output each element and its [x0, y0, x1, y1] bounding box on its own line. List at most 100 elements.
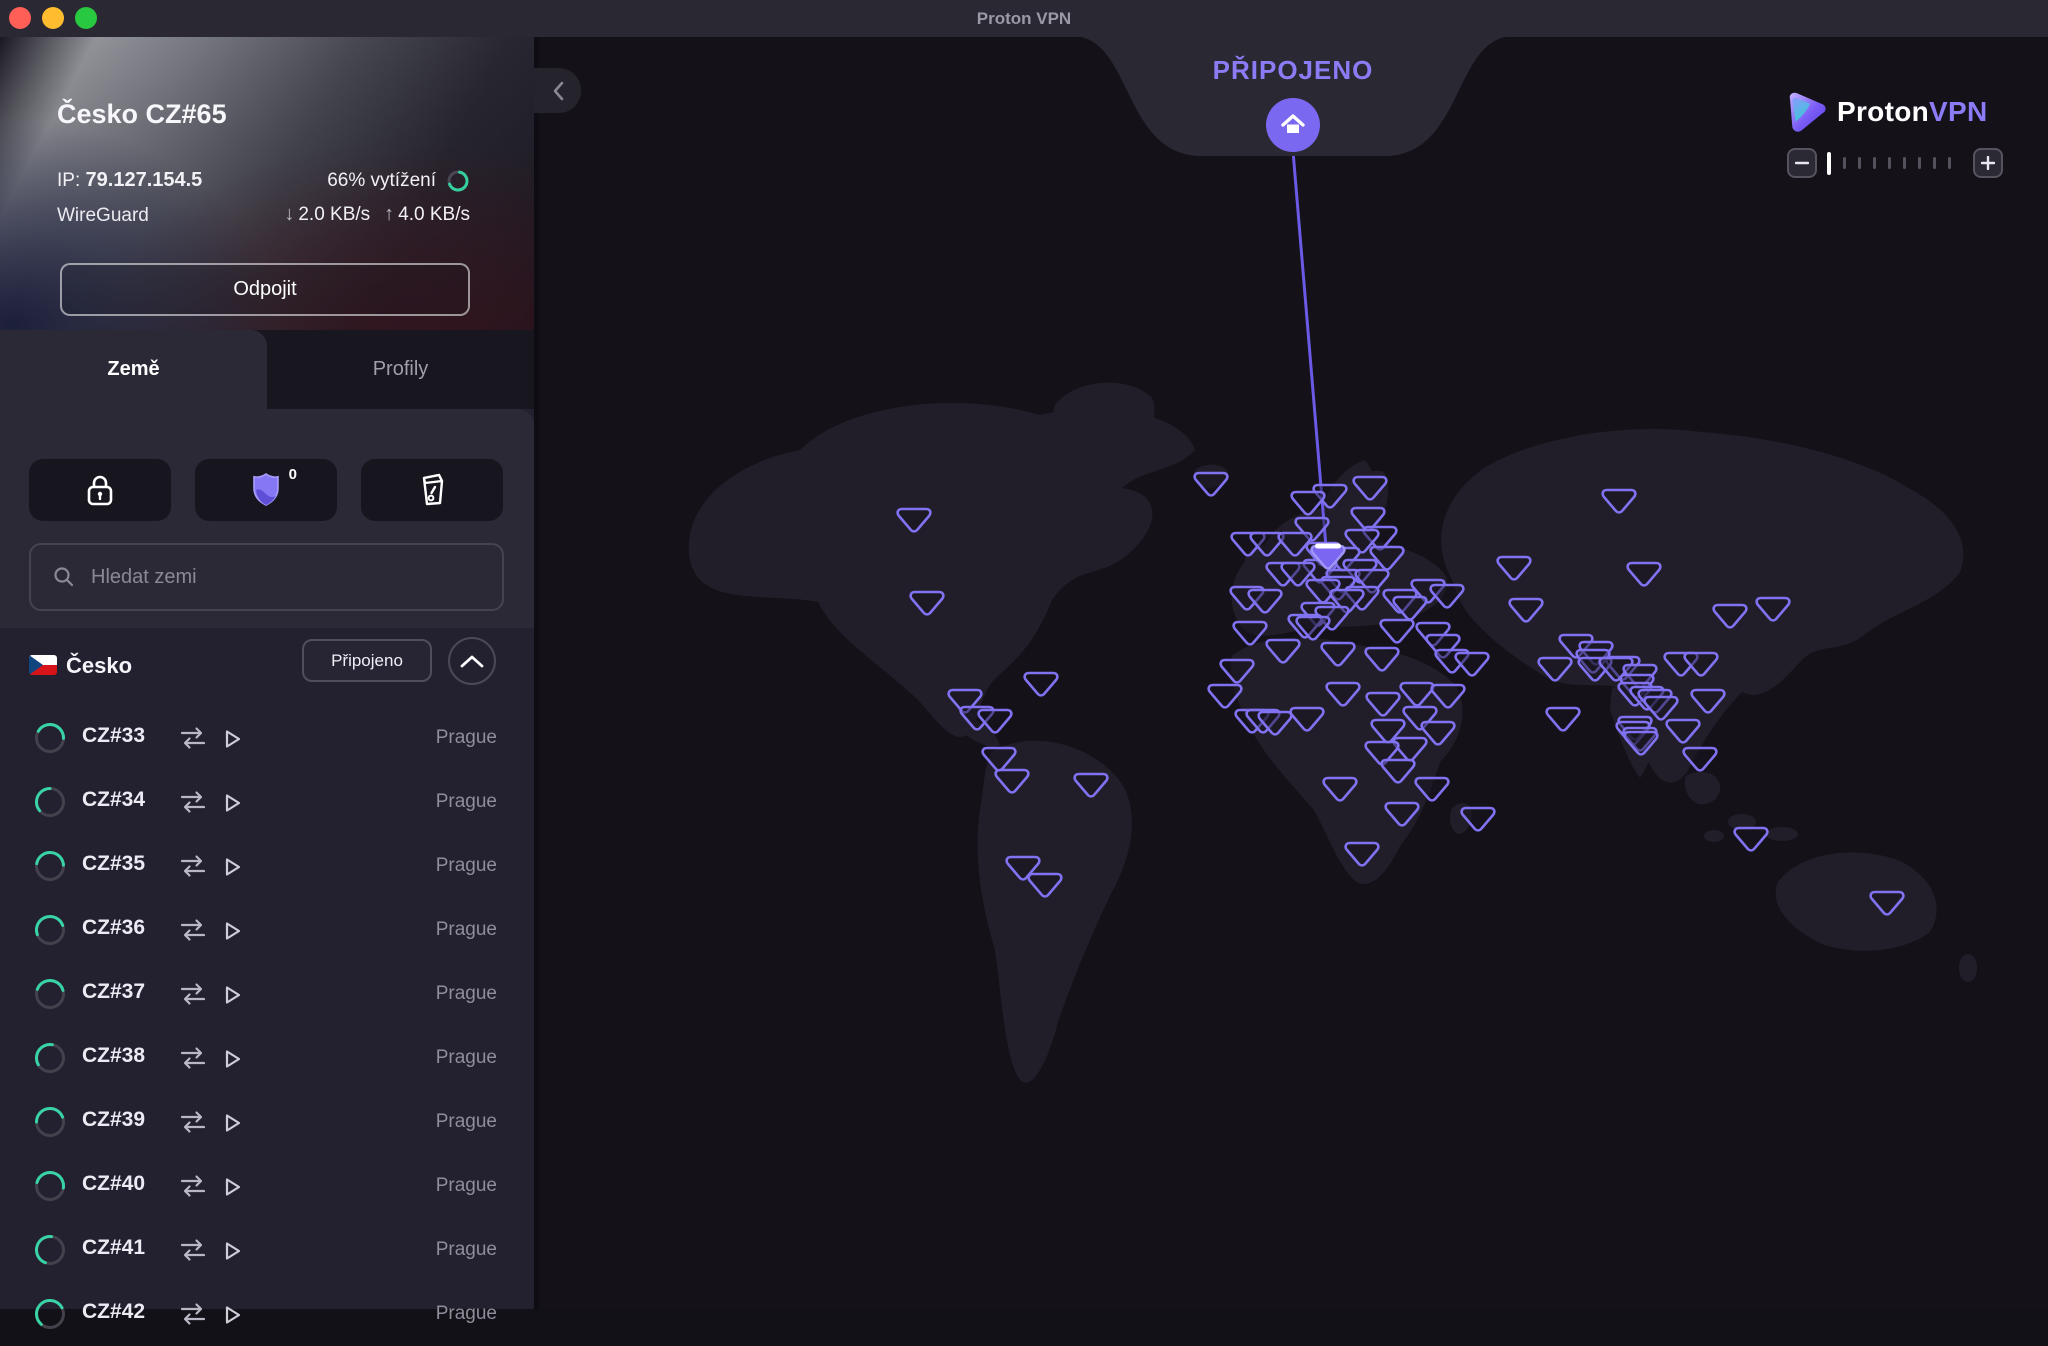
connect-play-icon[interactable] — [220, 1111, 244, 1135]
kill-switch-filter-button[interactable] — [361, 459, 503, 521]
zoom-slider-tick — [1903, 157, 1906, 169]
server-city: Prague — [436, 1175, 497, 1197]
home-location-pin — [1266, 98, 1320, 152]
filters-panel: 0 — [0, 409, 534, 628]
server-row[interactable]: CZ#37 Prague — [0, 962, 534, 1026]
home-icon — [1280, 113, 1306, 137]
kill-switch-icon — [415, 472, 449, 508]
server-name: CZ#40 — [82, 1172, 145, 1196]
search-country-input[interactable] — [89, 565, 473, 590]
connect-play-icon[interactable] — [220, 1303, 244, 1327]
search-country-box[interactable] — [29, 543, 504, 611]
server-row[interactable]: CZ#34Prague — [0, 770, 534, 834]
plus-icon — [1981, 156, 1995, 170]
swap-connection-icon[interactable] — [178, 1301, 208, 1327]
country-name: Česko — [66, 653, 132, 679]
country-collapse-button[interactable] — [448, 637, 496, 685]
server-city: Prague — [436, 1111, 497, 1133]
server-row[interactable]: CZ#38Prague — [0, 1026, 534, 1090]
chevron-up-icon — [459, 653, 485, 669]
server-load-ring — [32, 1232, 68, 1268]
server-name: CZ#37 — [82, 980, 145, 1004]
ip-label: IP: — [57, 170, 80, 191]
connect-play-icon[interactable] — [220, 919, 244, 943]
server-row[interactable]: CZ#40 Prague — [0, 1154, 534, 1218]
server-row[interactable]: CZ#35Prague — [0, 834, 534, 898]
server-name: CZ#33 — [82, 724, 145, 748]
protocol-row: WireGuard ↓ 2.0 KB/s ↑ 4.0 KB/s — [57, 205, 470, 233]
server-city: Prague — [436, 791, 497, 813]
connection-card: Česko CZ#65 IP: 79.127.154.5 66% vytížen… — [0, 37, 534, 330]
server-load-ring — [32, 1040, 68, 1076]
server-city: Prague — [436, 983, 497, 1005]
netshield-shield-icon — [250, 472, 282, 508]
server-load-ring — [32, 1296, 68, 1332]
server-load-ring — [32, 784, 68, 820]
zoom-slider-tick — [1918, 157, 1921, 169]
server-name: CZ#36 — [82, 916, 145, 940]
ip-value: 79.127.154.5 — [86, 169, 203, 191]
protocol-label: WireGuard — [57, 205, 149, 226]
sidebar: Česko CZ#65 IP: 79.127.154.5 66% vytížen… — [0, 37, 534, 1309]
connect-play-icon[interactable] — [220, 791, 244, 815]
sidebar-collapse-button[interactable] — [534, 68, 581, 113]
titlebar: Proton VPN — [0, 0, 2048, 37]
zoom-slider[interactable] — [1827, 148, 1963, 178]
tab-profiles[interactable]: Profily — [267, 330, 534, 409]
window-title: Proton VPN — [0, 0, 2048, 37]
ip-row: IP: 79.127.154.5 66% vytížení — [57, 169, 470, 197]
swap-connection-icon[interactable] — [178, 917, 208, 943]
server-row[interactable]: CZ#39 Prague — [0, 1090, 534, 1154]
zoom-in-button[interactable] — [1973, 148, 2003, 178]
server-row[interactable]: CZ#42Prague — [0, 1282, 534, 1346]
connect-play-icon[interactable] — [220, 1175, 244, 1199]
swap-connection-icon[interactable] — [178, 789, 208, 815]
upload-arrow-icon: ↑ — [384, 203, 394, 226]
server-row[interactable]: CZ#33 Prague — [0, 706, 534, 770]
connect-play-icon[interactable] — [220, 1047, 244, 1071]
zoom-slider-tick — [1873, 157, 1876, 169]
zoom-out-button[interactable] — [1787, 148, 1817, 178]
zoom-slider-tick — [1843, 157, 1846, 169]
server-row[interactable]: CZ#41Prague — [0, 1218, 534, 1282]
swap-connection-icon[interactable] — [178, 1045, 208, 1071]
connect-play-icon[interactable] — [220, 855, 244, 879]
swap-connection-icon[interactable] — [178, 1237, 208, 1263]
server-load-ring — [32, 848, 68, 884]
swap-connection-icon[interactable] — [178, 725, 208, 751]
server-city: Prague — [436, 919, 497, 941]
server-name: CZ#39 — [82, 1108, 145, 1132]
protonvpn-logo: ProtonVPN — [1786, 90, 1988, 134]
server-load-ring-icon — [446, 169, 470, 193]
server-load-text: 66% vytížení — [327, 170, 436, 192]
download-speed: 2.0 KB/s — [298, 204, 370, 226]
connect-play-icon[interactable] — [220, 983, 244, 1007]
server-city: Prague — [436, 1303, 497, 1325]
zoom-slider-tick — [1858, 157, 1861, 169]
map-zoom-control — [1787, 148, 2003, 178]
swap-connection-icon[interactable] — [178, 853, 208, 879]
server-city: Prague — [436, 727, 497, 749]
swap-connection-icon[interactable] — [178, 1109, 208, 1135]
swap-connection-icon[interactable] — [178, 981, 208, 1007]
netshield-filter-button[interactable]: 0 — [195, 459, 337, 521]
country-status-badge[interactable]: Připojeno — [302, 639, 432, 682]
upload-speed: 4.0 KB/s — [398, 204, 470, 226]
swap-connection-icon[interactable] — [178, 1173, 208, 1199]
zoom-slider-current-tick — [1827, 152, 1831, 175]
sidebar-tabs: Země Profily — [0, 330, 534, 409]
tab-countries[interactable]: Země — [0, 330, 267, 409]
server-name: CZ#41 — [82, 1236, 145, 1260]
server-row[interactable]: CZ#36 Prague — [0, 898, 534, 962]
connected-server-title: Česko CZ#65 — [57, 99, 227, 130]
disconnect-button[interactable]: Odpojit — [60, 263, 470, 316]
server-list: CZ#33PragueCZ#34PragueCZ#35PragueCZ#36Pr… — [0, 706, 534, 1346]
zoom-slider-tick — [1948, 157, 1951, 169]
connect-play-icon[interactable] — [220, 727, 244, 751]
connect-play-icon[interactable] — [220, 1239, 244, 1263]
country-row-czechia[interactable]: Česko Připojeno — [0, 639, 534, 697]
server-load-ring — [32, 1168, 68, 1204]
protonvpn-logo-icon — [1786, 90, 1828, 134]
server-load-ring — [32, 976, 68, 1012]
secure-core-filter-button[interactable] — [29, 459, 171, 521]
